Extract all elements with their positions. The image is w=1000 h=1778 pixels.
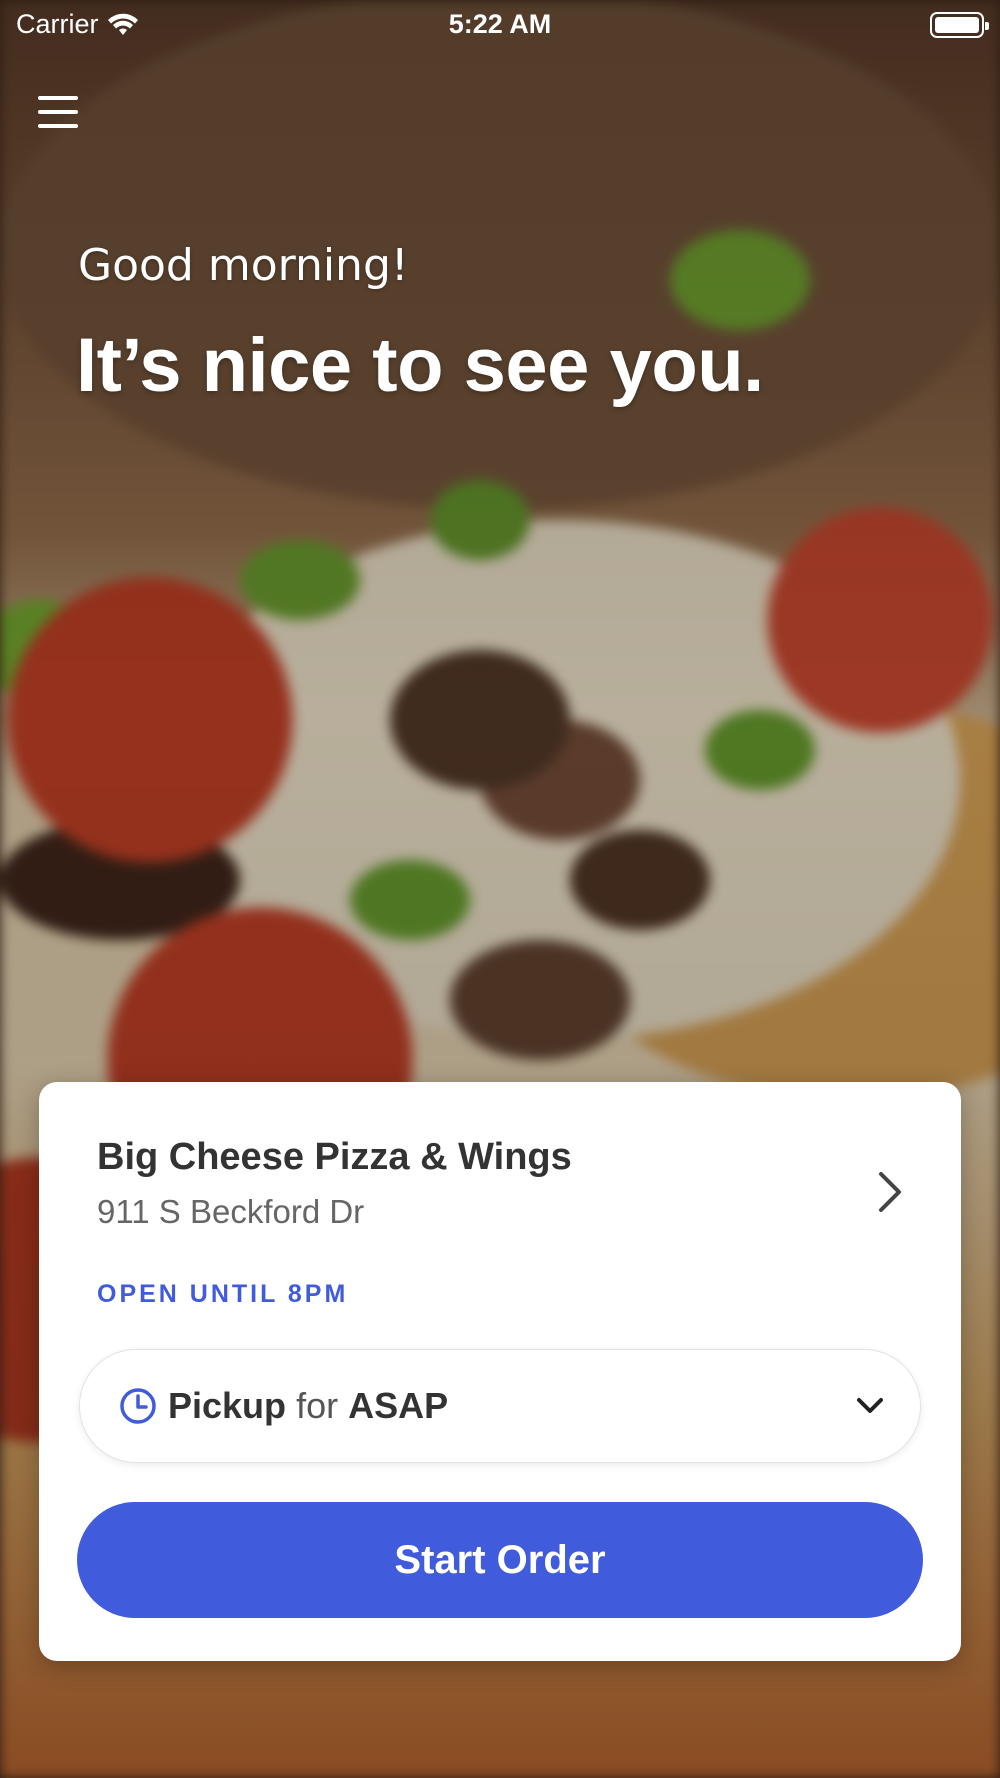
hamburger-menu-icon[interactable] <box>38 94 78 130</box>
store-card: Big Cheese Pizza & Wings 911 S Beckford … <box>39 1082 961 1661</box>
chevron-down-icon <box>857 1398 883 1413</box>
store-details-link[interactable]: Big Cheese Pizza & Wings 911 S Beckford … <box>97 1136 917 1246</box>
order-mode-type: Pickup <box>168 1385 287 1426</box>
greeting-text: Good morning! <box>78 240 409 291</box>
status-bar: Carrier 5:22 AM <box>0 0 1000 50</box>
store-hours-label: OPEN UNTIL 8PM <box>97 1280 349 1308</box>
battery-full-icon <box>930 12 989 38</box>
headline-text: It’s nice to see you. <box>76 323 764 408</box>
order-mode-time: ASAP <box>348 1385 449 1426</box>
battery-level-fill <box>935 17 979 33</box>
status-time: 5:22 AM <box>448 9 552 39</box>
order-mode-dropdown[interactable]: Pickup for ASAP <box>79 1349 921 1463</box>
order-mode-text: Pickup for ASAP <box>168 1385 854 1427</box>
start-order-button[interactable]: Start Order <box>77 1502 923 1618</box>
store-name: Big Cheese Pizza & Wings <box>97 1136 572 1178</box>
store-address: 911 S Beckford Dr <box>97 1193 365 1230</box>
chevron-right-icon <box>879 1172 901 1212</box>
order-mode-connector: for <box>296 1385 349 1426</box>
clock-icon <box>120 1388 156 1424</box>
